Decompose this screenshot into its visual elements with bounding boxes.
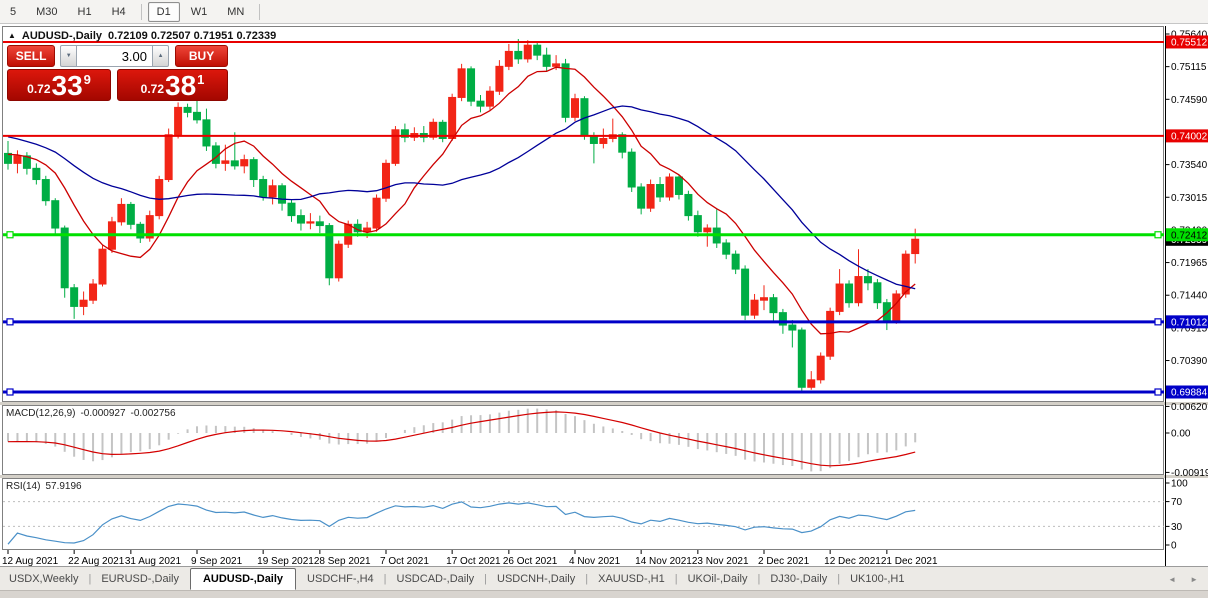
line-handle[interactable] [7, 319, 13, 325]
rsi-indicator-label: RSI(14) 57.9196 [6, 481, 82, 492]
svg-text:0: 0 [1171, 541, 1177, 552]
chart-tab-xauusd-h1[interactable]: XAUUSD-,H1 [589, 569, 674, 589]
line-handle[interactable] [1155, 319, 1161, 325]
chart-ohlc-values: 0.72109 0.72507 0.71951 0.72339 [108, 30, 276, 42]
chart-tab-uk100-h1[interactable]: UK100-,H1 [841, 569, 913, 589]
svg-text:0.74590: 0.74590 [1171, 95, 1208, 106]
sell-price-main: 33 [52, 73, 83, 98]
svg-text:31 Aug 2021: 31 Aug 2021 [125, 556, 182, 566]
macd-name: MACD(12,26,9) [6, 408, 75, 419]
svg-text:2 Dec 2021: 2 Dec 2021 [758, 556, 810, 566]
toolbar-separator [141, 4, 142, 20]
buy-price-display[interactable]: 0.72 38 1 [117, 69, 228, 101]
level-price-label: 0.74002 [1166, 129, 1208, 142]
svg-text:12 Aug 2021: 12 Aug 2021 [2, 556, 59, 566]
sell-button[interactable]: SELL [7, 45, 55, 67]
symbol-tab-bar: USDX,Weekly|EURUSD-,DailyAUDUSD-,DailyUS… [0, 566, 1208, 591]
svg-text:0.72412: 0.72412 [1171, 230, 1208, 241]
macd-signal-value: -0.002756 [131, 408, 176, 419]
svg-text:0.75512: 0.75512 [1171, 37, 1208, 48]
chart-tab-usdchf-h4[interactable]: USDCHF-,H4 [298, 569, 383, 589]
chart-tab-usdx-weekly[interactable]: USDX,Weekly [0, 569, 87, 589]
svg-text:-0.009192: -0.009192 [1171, 468, 1208, 479]
chart-tab-audusd-daily[interactable]: AUDUSD-,Daily [190, 568, 296, 590]
sell-price-prefix: 0.72 [27, 83, 50, 95]
svg-text:30: 30 [1171, 522, 1183, 533]
svg-text:100: 100 [1171, 479, 1188, 490]
buy-button[interactable]: BUY [175, 45, 228, 67]
tabs-scroll-left-icon[interactable]: ◄ [1168, 575, 1176, 584]
svg-text:4 Nov 2021: 4 Nov 2021 [569, 556, 621, 566]
timeframe-button-5[interactable]: 5 [1, 2, 25, 22]
svg-text:19 Sep 2021: 19 Sep 2021 [257, 556, 314, 566]
buy-price-pipette: 1 [197, 73, 204, 86]
lot-increase-button[interactable]: ▲ [152, 45, 169, 67]
svg-text:0.006201: 0.006201 [1171, 402, 1208, 413]
buy-price-prefix: 0.72 [141, 83, 164, 95]
rsi-name: RSI(14) [6, 481, 40, 492]
spinner-down-icon: ▼ [66, 53, 72, 59]
svg-text:28 Sep 2021: 28 Sep 2021 [314, 556, 371, 566]
timeframe-button-d1[interactable]: D1 [148, 2, 180, 22]
trading-platform-window: { "toolbar": { "items": [ {"label": "5"}… [0, 0, 1208, 597]
toolbar-separator [259, 4, 260, 20]
svg-text:0.73015: 0.73015 [1171, 193, 1208, 204]
macd-main-value: -0.000927 [80, 408, 125, 419]
svg-text:12 Dec 2021: 12 Dec 2021 [824, 556, 881, 566]
svg-text:14 Nov 2021: 14 Nov 2021 [635, 556, 692, 566]
timeframe-button-w1[interactable]: W1 [182, 2, 217, 22]
line-handle[interactable] [1155, 389, 1161, 395]
svg-text:0.73540: 0.73540 [1171, 160, 1208, 171]
spinner-up-icon: ▲ [158, 53, 164, 59]
timeframe-button-h1[interactable]: H1 [69, 2, 101, 22]
svg-text:23 Nov 2021: 23 Nov 2021 [692, 556, 749, 566]
timeframe-button-mn[interactable]: MN [218, 2, 253, 22]
svg-text:0.71440: 0.71440 [1171, 291, 1208, 302]
svg-text:21 Dec 2021: 21 Dec 2021 [881, 556, 938, 566]
level-price-label: 0.69884 [1166, 386, 1208, 399]
svg-text:0.71012: 0.71012 [1171, 317, 1208, 328]
timeframe-toolbar: 5M30H1H4 D1W1MN [0, 0, 1208, 24]
svg-text:0.75115: 0.75115 [1171, 62, 1207, 73]
chart-tab-usdcnh-daily[interactable]: USDCNH-,Daily [488, 569, 584, 589]
svg-text:7 Oct 2021: 7 Oct 2021 [380, 556, 429, 566]
line-handle[interactable] [7, 232, 13, 238]
rsi-value: 57.9196 [45, 481, 81, 492]
line-handle[interactable] [1155, 232, 1161, 238]
svg-text:0.74002: 0.74002 [1171, 131, 1208, 142]
chart-title: ▲ AUDUSD-,Daily 0.72109 0.72507 0.71951 … [8, 30, 276, 42]
svg-text:9 Sep 2021: 9 Sep 2021 [191, 556, 243, 566]
macd-indicator-label: MACD(12,26,9) -0.000927 -0.002756 [6, 408, 176, 419]
chart-canvas[interactable]: 0.756400.751150.745900.735400.730150.724… [0, 24, 1208, 566]
level-price-label: 0.72412 [1166, 228, 1208, 241]
svg-text:22 Aug 2021: 22 Aug 2021 [68, 556, 125, 566]
chart-tab-eurusd-daily[interactable]: EURUSD-,Daily [92, 569, 188, 589]
chart-tab-dj30-daily[interactable]: DJ30-,Daily [761, 569, 836, 589]
svg-text:0.69884: 0.69884 [1171, 388, 1208, 399]
level-price-label: 0.75512 [1166, 35, 1208, 48]
svg-text:70: 70 [1171, 497, 1183, 508]
line-handle[interactable] [7, 389, 13, 395]
sell-price-pipette: 9 [84, 73, 91, 86]
lot-size-input[interactable]: 3.00 [77, 45, 152, 67]
timeframe-button-h4[interactable]: H4 [103, 2, 135, 22]
svg-text:0.71965: 0.71965 [1171, 258, 1208, 269]
tabs-scroll-right-icon[interactable]: ► [1190, 575, 1198, 584]
svg-text:0.00: 0.00 [1171, 429, 1191, 440]
chart-symbol-label: AUDUSD-,Daily [22, 30, 102, 42]
level-price-label: 0.71012 [1166, 315, 1208, 328]
svg-text:26 Oct 2021: 26 Oct 2021 [503, 556, 558, 566]
chart-area[interactable]: 0.756400.751150.745900.735400.730150.724… [0, 24, 1208, 566]
one-click-trading-panel: SELL ▼ 3.00 ▲ BUY 0.72 33 9 0.72 38 1 [7, 45, 228, 101]
chart-tab-usdcad-daily[interactable]: USDCAD-,Daily [388, 569, 484, 589]
buy-price-main: 38 [165, 73, 196, 98]
chart-tab-ukoil-daily[interactable]: UKOil-,Daily [679, 569, 757, 589]
lot-decrease-button[interactable]: ▼ [60, 45, 77, 67]
sell-price-display[interactable]: 0.72 33 9 [7, 69, 111, 101]
svg-text:0.70390: 0.70390 [1171, 356, 1208, 367]
collapse-panel-icon[interactable]: ▲ [8, 31, 16, 40]
timeframe-button-m30[interactable]: M30 [27, 2, 66, 22]
svg-text:17 Oct 2021: 17 Oct 2021 [446, 556, 501, 566]
